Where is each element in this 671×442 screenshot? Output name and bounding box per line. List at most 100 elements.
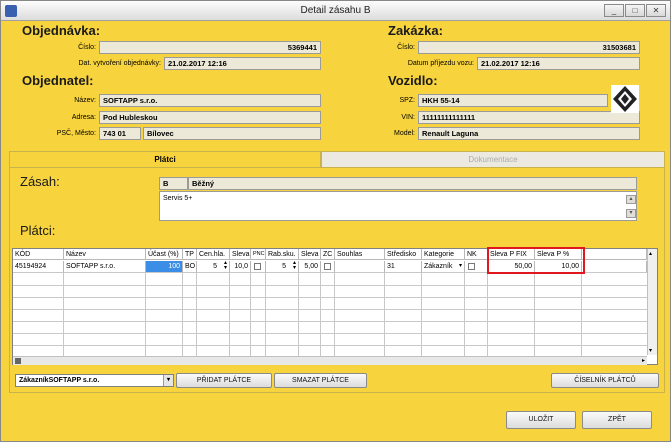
grid-line: [13, 285, 647, 286]
vehicle-spz-label: SPZ:: [399, 97, 415, 104]
customer-address-label: Adresa:: [71, 114, 96, 121]
grid-line: [196, 273, 197, 357]
grid-line: [298, 273, 299, 357]
scroll-thumb[interactable]: [15, 358, 21, 364]
col-header-stredisko[interactable]: Středisko: [385, 249, 422, 260]
customer-address-field: Pod Hubleskou: [99, 111, 321, 124]
job-number-field: 31503681: [418, 41, 640, 54]
tab-documentation[interactable]: Dokumentace: [321, 151, 665, 168]
table-cell-sleva1[interactable]: 10,0: [230, 261, 251, 273]
table-cell-zc[interactable]: [321, 261, 335, 273]
table-cell-kod[interactable]: 45194924: [13, 261, 64, 273]
intervention-description-text: Servis 5+: [163, 195, 193, 202]
spinner-icon[interactable]: ▴ ▾: [224, 261, 227, 271]
grid-line: [63, 273, 64, 357]
table-cell-rabsku[interactable]: 5 ▴ ▾: [266, 261, 299, 273]
table-cell-tp[interactable]: BO: [183, 261, 197, 273]
table-vertical-scrollbar[interactable]: ▴ ▾: [647, 249, 657, 355]
back-button[interactable]: ZPĚT: [582, 411, 652, 429]
payers-table[interactable]: KÓD Název Účast (%) TP Cen.hla. Sleva PN…: [12, 248, 658, 365]
col-header-cenhla[interactable]: Cen.hla.: [197, 249, 230, 260]
scroll-down-icon[interactable]: ▾: [626, 209, 636, 218]
col-header-nk[interactable]: NK: [465, 249, 488, 260]
rabsku-value: 5: [282, 263, 286, 270]
table-cell-sleva-fix[interactable]: 50,00: [488, 261, 535, 273]
table-cell-souhlas[interactable]: [335, 261, 385, 273]
table-cell-nazev[interactable]: SOFTAPP s.r.o.: [64, 261, 146, 273]
close-button[interactable]: ✕: [646, 4, 666, 17]
col-header-sleva-fix[interactable]: Sleva P FIX: [488, 249, 535, 260]
col-header-kategorie[interactable]: Kategorie: [422, 249, 465, 260]
col-header-sleva1[interactable]: Sleva: [230, 249, 251, 260]
scroll-down-icon[interactable]: ▾: [649, 347, 652, 354]
title-bar: Detail zásahu B _ □ ✕: [1, 1, 670, 21]
customer-zip-field: 743 01: [99, 127, 141, 140]
detail-window: Detail zásahu B _ □ ✕ Objednávka: Číslo:…: [0, 0, 671, 442]
minimize-button[interactable]: _: [604, 4, 624, 17]
scroll-right-icon[interactable]: ▸: [642, 357, 645, 364]
vehicle-vin-field: 11111111111111: [418, 111, 640, 124]
grid-line: [320, 273, 321, 357]
tab-bar: Plátci Dokumentace: [9, 151, 665, 168]
intervention-type-field: Běžný: [188, 177, 637, 190]
col-header-sleva-pct[interactable]: Sleva P %: [535, 249, 582, 260]
chevron-down-icon[interactable]: ▾: [163, 375, 173, 386]
pnc-checkbox[interactable]: [254, 263, 261, 270]
table-cell-sleva2[interactable]: 5,00: [299, 261, 321, 273]
vehicle-spz-field: HKH 55-14: [418, 94, 608, 107]
grid-line: [265, 273, 266, 357]
scroll-up-icon[interactable]: ▴: [626, 195, 636, 204]
col-header-rabsku[interactable]: Rab.sku.: [266, 249, 299, 260]
save-button[interactable]: ULOŽIT: [506, 411, 576, 429]
grid-line: [229, 273, 230, 357]
col-header-kod[interactable]: KÓD: [13, 249, 64, 260]
scroll-up-icon[interactable]: ▴: [649, 250, 652, 257]
kategorie-value: Zákazník: [424, 263, 453, 270]
payer-select[interactable]: ZákazníkSOFTAPP s.r.o. ▾: [15, 374, 174, 387]
job-arrival-field: 21.02.2017 12:16: [477, 57, 640, 70]
zc-checkbox[interactable]: [324, 263, 331, 270]
chevron-down-icon[interactable]: ▾: [459, 261, 462, 272]
col-header-nazev[interactable]: Název: [64, 249, 146, 260]
grid-line: [487, 273, 488, 357]
order-number-field: 5369441: [99, 41, 321, 54]
payers-heading: Plátci:: [20, 223, 56, 238]
col-header-ucast[interactable]: Účast (%): [146, 249, 183, 260]
col-header-empty: [582, 249, 647, 260]
col-header-sleva2[interactable]: Sleva: [299, 249, 321, 260]
table-cell-kategorie[interactable]: Zákazník ▾: [422, 261, 465, 273]
order-heading: Objednávka:: [22, 23, 101, 38]
table-cell-nk[interactable]: [465, 261, 488, 273]
payers-catalog-button[interactable]: ČÍSELNÍK PLÁTCŮ: [551, 373, 659, 388]
col-header-pnc[interactable]: PNC: [251, 249, 266, 260]
grid-line: [534, 273, 535, 357]
add-payer-button[interactable]: PŘIDAT PLÁTCE: [176, 373, 272, 388]
col-header-souhlas[interactable]: Souhlas: [335, 249, 385, 260]
grid-line: [13, 297, 647, 298]
tab-payers[interactable]: Plátci: [9, 151, 321, 168]
intervention-description[interactable]: Servis 5+ ▴ ▾: [159, 191, 637, 221]
col-header-zc[interactable]: ZC: [321, 249, 335, 260]
spinner-icon[interactable]: ▴ ▾: [293, 261, 296, 271]
maximize-button[interactable]: □: [625, 4, 645, 17]
table-cell-stredisko[interactable]: 31: [385, 261, 422, 273]
col-header-tp[interactable]: TP: [183, 249, 197, 260]
customer-name-field: SOFTAPP s.r.o.: [99, 94, 321, 107]
table-cell-ucast[interactable]: 100: [146, 261, 183, 273]
order-created-label: Dat. vytvoření objednávky:: [78, 60, 162, 67]
table-horizontal-scrollbar[interactable]: ▸: [13, 356, 647, 365]
vehicle-vin-label: VIN:: [401, 114, 415, 121]
grid-line: [250, 273, 251, 357]
table-cell-sleva-pct[interactable]: 10,00: [535, 261, 582, 273]
grid-line: [145, 273, 146, 357]
table-cell-pnc[interactable]: [251, 261, 266, 273]
delete-payer-button[interactable]: SMAZAT PLÁTCE: [274, 373, 367, 388]
grid-line: [384, 273, 385, 357]
payer-select-value: ZákazníkSOFTAPP s.r.o.: [19, 377, 100, 384]
grid-line: [13, 345, 647, 346]
customer-city-field: Bílovec: [143, 127, 321, 140]
job-number-label: Číslo:: [397, 44, 415, 51]
nk-checkbox[interactable]: [468, 263, 475, 270]
customer-name-label: Název:: [74, 97, 96, 104]
table-cell-cenhla[interactable]: 5 ▴ ▾: [197, 261, 230, 273]
